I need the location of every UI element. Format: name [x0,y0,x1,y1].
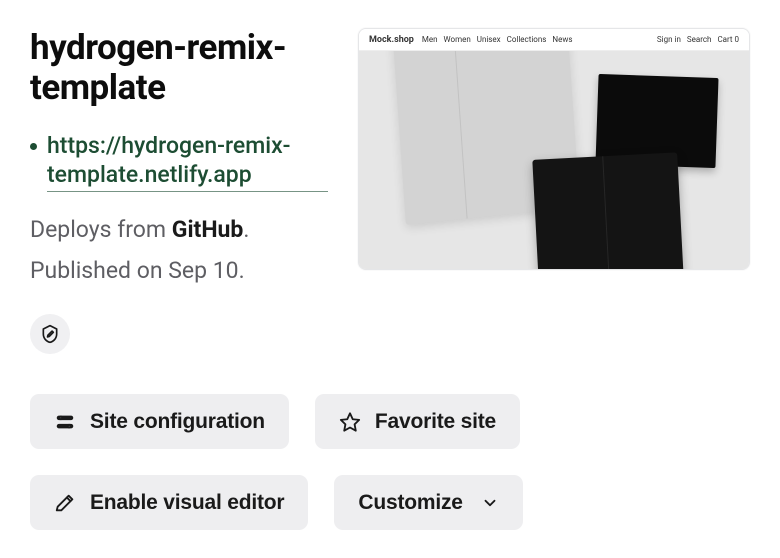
preview-nav: Men Women Unisex Collections News [422,35,573,44]
preview-body [359,51,749,270]
deploy-prefix: Deploys from [30,216,172,243]
site-title: hydrogen-remix-template [30,28,328,109]
deploy-suffix: . [243,216,249,243]
preview-right-item: Sign in [657,35,681,44]
customize-button[interactable]: Customize [334,475,522,530]
published-text: Published on Sep 10. [30,257,328,284]
deploy-source-name: GitHub [172,216,244,243]
edit-content-button[interactable] [30,314,70,354]
chevron-down-icon [481,494,499,512]
published-date: Sep 10 [168,257,238,284]
status-dot-icon [30,143,37,150]
preview-nav-item: Unisex [477,35,501,44]
preview-right-item: Cart 0 [717,35,739,44]
deploy-source-text: Deploys from GitHub. [30,216,328,243]
action-buttons: Site configuration Favorite site Enable … [30,394,750,530]
button-label: Enable visual editor [90,491,284,515]
preview-nav-item: Collections [507,35,547,44]
preview-header: Mock.shop Men Women Unisex Collections N… [359,29,749,51]
button-label: Customize [358,491,462,515]
pencil-icon [54,492,76,514]
enable-visual-editor-button[interactable]: Enable visual editor [30,475,308,530]
preview-brand: Mock.shop [369,35,414,45]
favorite-site-button[interactable]: Favorite site [315,394,520,449]
star-icon [339,411,361,433]
button-label: Site configuration [90,410,265,434]
preview-nav-item: News [552,35,572,44]
sliders-icon [54,411,76,433]
published-prefix: Published on [30,257,168,284]
site-configuration-button[interactable]: Site configuration [30,394,289,449]
preview-right-nav: Sign in Search Cart 0 [657,35,739,44]
site-preview-thumbnail[interactable]: Mock.shop Men Women Unisex Collections N… [358,28,750,270]
site-url-row: https://hydrogen-remix-template.netlify.… [30,131,328,193]
published-suffix: . [239,257,245,284]
pencil-shield-icon [40,324,60,344]
site-url-link[interactable]: https://hydrogen-remix-template.netlify.… [47,131,328,193]
preview-nav-item: Women [444,35,471,44]
preview-garment-dark-shorts [532,152,684,270]
preview-nav-item: Men [422,35,438,44]
preview-right-item: Search [687,35,712,44]
button-label: Favorite site [375,410,496,434]
